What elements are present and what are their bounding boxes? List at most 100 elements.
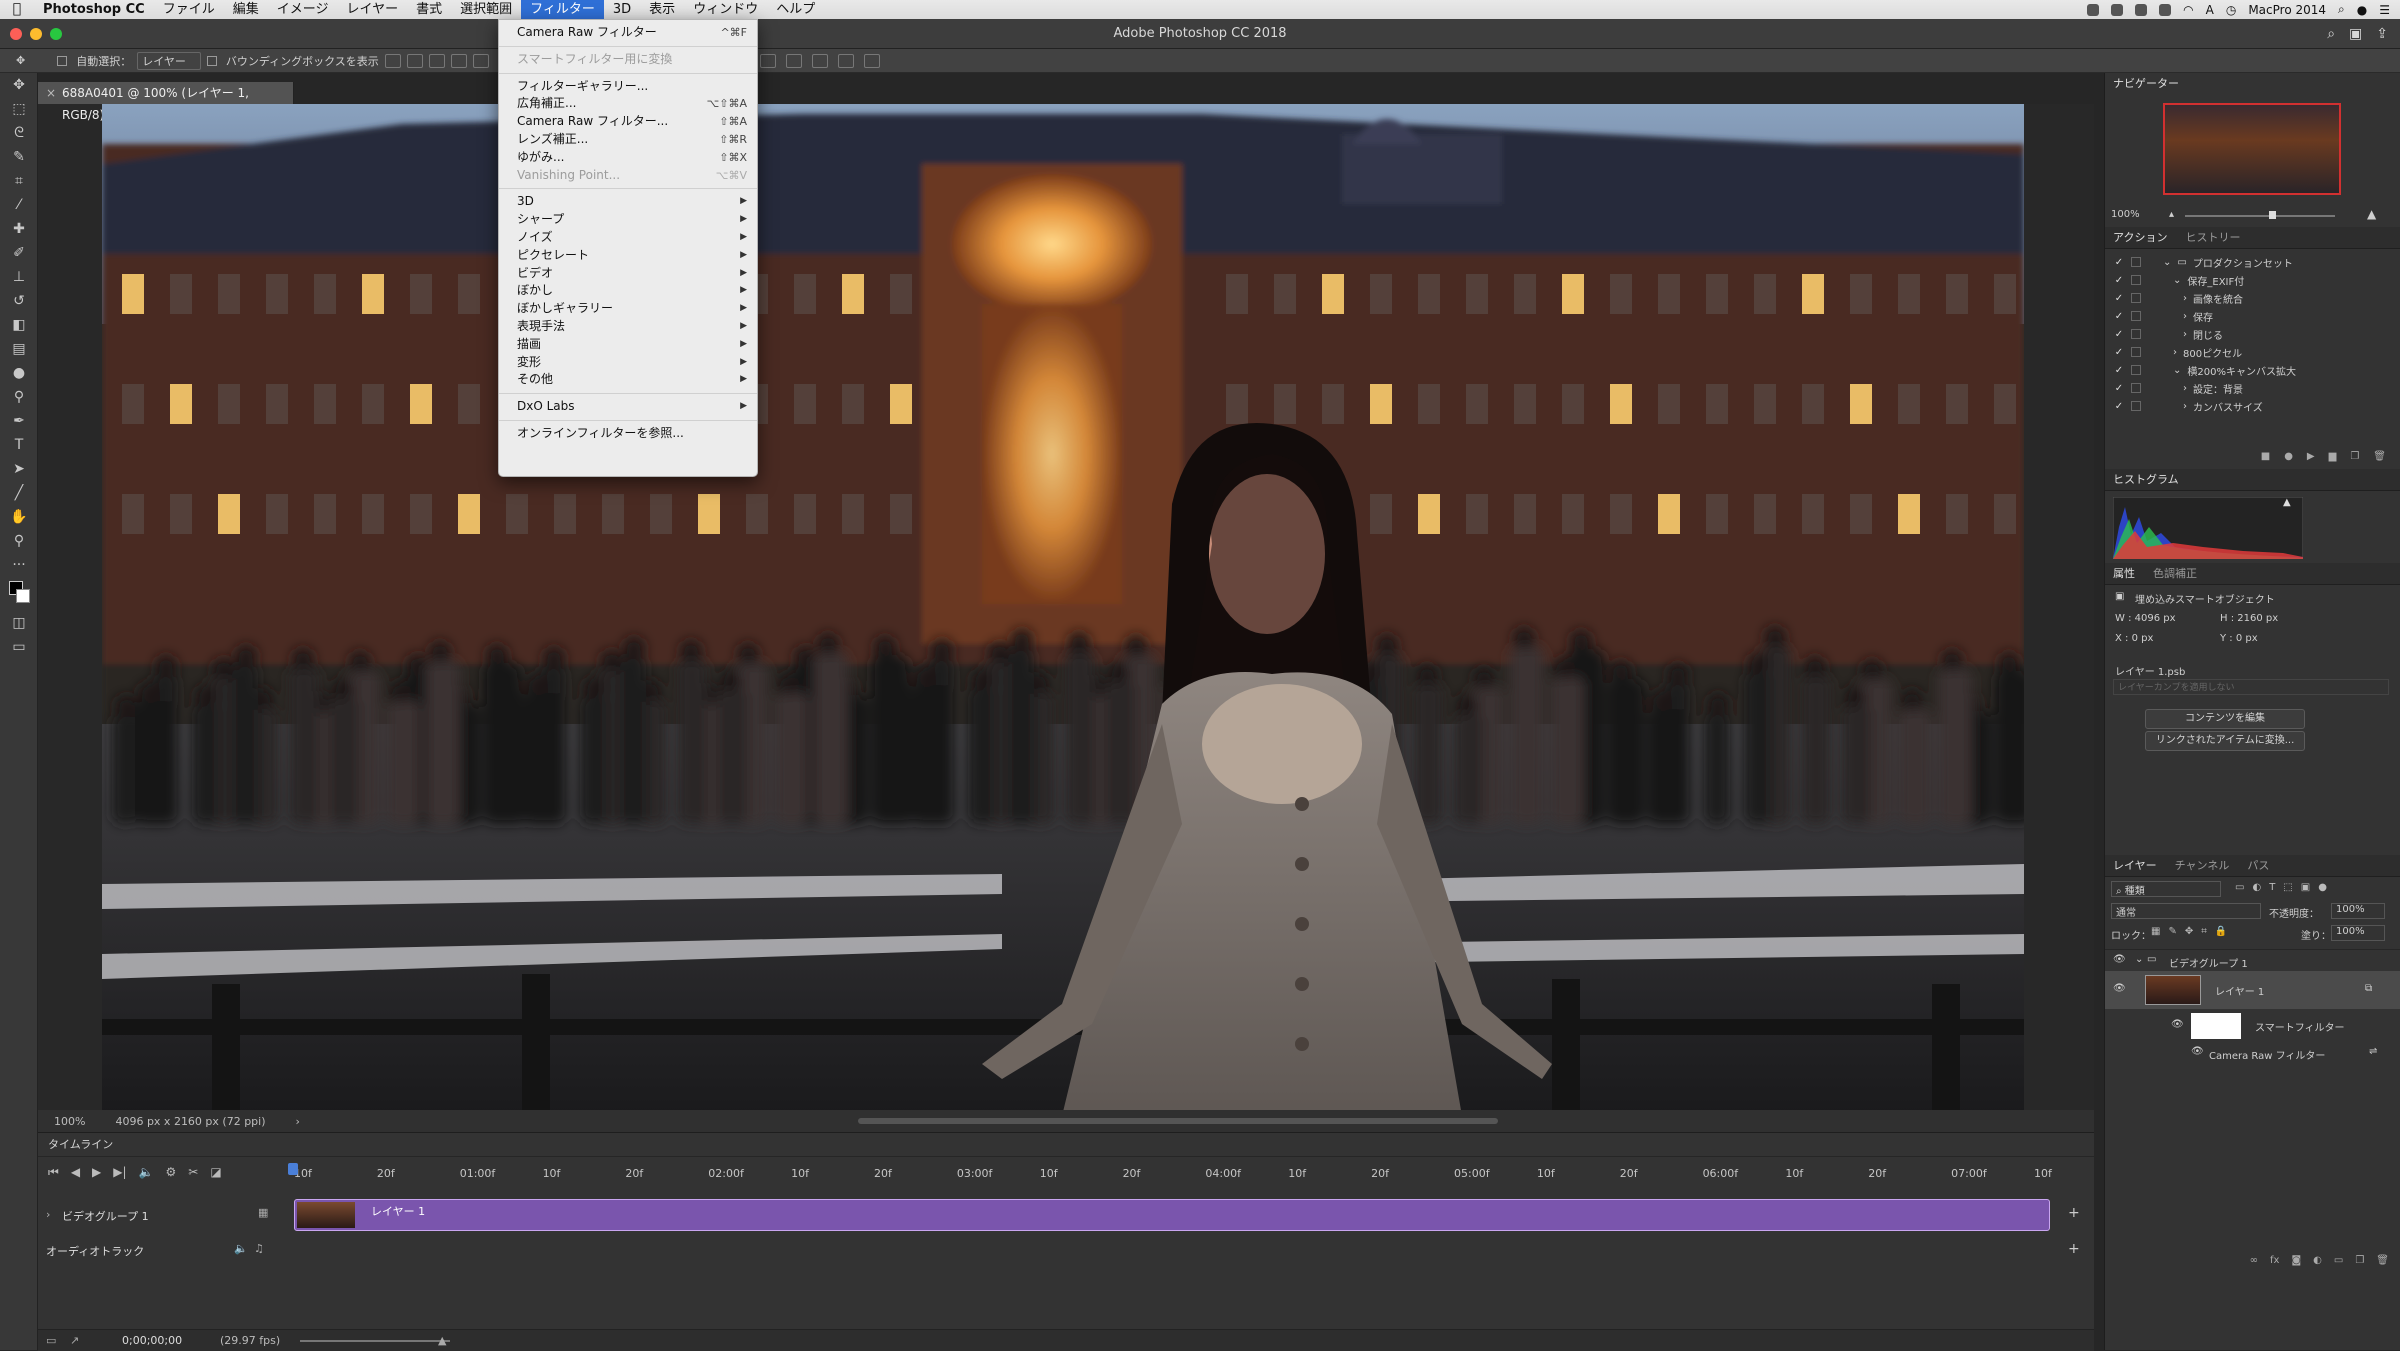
speaker-icon[interactable]: 🔈 [234,1242,248,1255]
layer-filter-select[interactable]: ⌕ 種類 [2111,881,2221,897]
action-enabled-checkmark-icon[interactable]: ✓ [2113,401,2125,412]
tab-history[interactable]: ヒストリー [2185,227,2240,248]
chevron-down-icon[interactable]: ⌄ [2173,365,2181,376]
horizontal-scrollbar[interactable] [858,1118,1498,1124]
siri-icon[interactable]: ● [2357,3,2367,17]
chevron-down-icon[interactable]: ⌄ [2173,275,2181,286]
dialog-toggle[interactable] [2131,275,2141,285]
visibility-eye-icon[interactable]: 👁 [2113,954,2126,965]
menu-item[interactable]: 編集 [224,0,268,19]
edit-contents-button[interactable]: コンテンツを編集 [2145,709,2305,729]
dodge-tool-icon[interactable]: ⚲ [0,385,38,409]
eraser-tool-icon[interactable]: ◧ [0,313,38,337]
filter-menu-item[interactable]: Camera Raw フィルター... ⇧⌘A [499,113,757,131]
visibility-eye-icon[interactable]: 👁 [2191,1046,2204,1057]
layer-group-row[interactable]: 👁 ⌄ ▭ ビデオグループ 1 [2105,949,2400,971]
zoom-tool-icon[interactable]: ⚲ [0,529,38,553]
camera-raw-filter-row[interactable]: 👁 Camera Raw フィルター ⇌ [2105,1043,2400,1063]
brush-tool-icon[interactable]: ✐ [0,241,38,265]
x-field[interactable]: X : 0 px [2115,633,2153,644]
lock-pixels-icon[interactable]: ✎ [2168,926,2176,937]
render-icon[interactable]: ▭ [46,1334,56,1347]
mask-icon[interactable]: ◙ [2291,1255,2301,1277]
transition-icon[interactable]: ◪ [210,1165,221,1180]
color-swatch-icon[interactable] [0,577,38,611]
healing-brush-tool-icon[interactable]: ✚ [0,217,38,241]
gradient-tool-icon[interactable]: ▤ [0,337,38,361]
filter-menu-item[interactable]: 描画 ▶ [499,336,757,354]
minimize-window-button[interactable] [30,28,42,40]
tab-layers[interactable]: レイヤー [2113,855,2157,876]
quick-select-tool-icon[interactable]: ✎ [0,145,38,169]
menu-item[interactable]: レイヤー [337,0,407,19]
tab-actions[interactable]: アクション [2113,227,2167,248]
tab-histogram[interactable]: ヒストグラム [2113,469,2179,490]
convert-icon[interactable]: ↗ [70,1334,79,1347]
action-enabled-checkmark-icon[interactable]: ✓ [2113,347,2125,358]
action-row[interactable]: ✓ › 閉じる [2105,325,2400,343]
align-bottom-icon[interactable] [428,53,445,68]
chevron-right-icon[interactable]: › [2183,401,2187,412]
group-icon[interactable]: ▭ [2334,1255,2343,1277]
filter-menu-item[interactable]: ぼかし ▶ [499,282,757,300]
trash-icon[interactable]: 🗑 [2373,451,2386,469]
audio-icon[interactable]: 🔈 [139,1165,154,1180]
menu-item[interactable]: ファイル [154,0,224,19]
filter-options-icon[interactable]: ⇌ [2369,1046,2377,1057]
filter-menu-item[interactable]: オンラインフィルターを参照... [499,425,757,443]
pen-tool-icon[interactable]: ✒ [0,409,38,433]
dialog-toggle[interactable] [2131,257,2141,267]
3d-orbit-icon[interactable] [760,53,776,68]
lasso-tool-icon[interactable]: ᘓ [0,121,38,145]
document-tab[interactable]: × 688A0401 @ 100% (レイヤー 1, RGB/8) * [38,82,294,122]
navigator-zoom-slider[interactable] [2185,215,2335,217]
chevron-right-icon[interactable]: › [2183,293,2187,304]
height-field[interactable]: H : 2160 px [2220,613,2278,624]
layer-comp-select[interactable]: レイヤーカンプを適用しない [2113,679,2389,695]
action-enabled-checkmark-icon[interactable]: ✓ [2113,383,2125,394]
action-enabled-checkmark-icon[interactable]: ✓ [2113,365,2125,376]
settings-gear-icon[interactable]: ⚙ [166,1165,177,1180]
expand-group-icon[interactable]: ⌄ [2135,954,2143,965]
wifi-icon[interactable]: ◠ [2183,3,2193,17]
record-icon[interactable] [2087,3,2100,16]
chevron-down-icon[interactable]: ⌄ [2163,257,2171,268]
stop-icon[interactable]: ■ [2261,451,2270,469]
navigator-zoom-value[interactable]: 100% [2111,209,2140,220]
workspace-icon[interactable]: ▣ [2349,19,2362,49]
tab-properties[interactable]: 属性 [2113,563,2135,584]
filter-menu-item[interactable]: 表現手法 ▶ [499,318,757,336]
time-ruler[interactable]: 10f 20f 01:00f 10f 20f 02:00f 10f 20f 03:00f 10f 2… [294,1167,2074,1187]
filter-menu-item[interactable]: フィルターギャラリー... [499,78,757,96]
filter-menu-item[interactable]: ピクセレート ▶ [499,247,757,265]
document-info[interactable]: 4096 px x 2160 px (72 ppi) [115,1115,265,1128]
history-brush-tool-icon[interactable]: ↺ [0,289,38,313]
navigator-preview[interactable] [2163,103,2341,195]
input-source-icon[interactable]: A [2206,3,2214,17]
zoom-slider[interactable] [300,1340,450,1342]
screen-mode-icon[interactable]: ▭ [0,635,38,659]
action-enabled-checkmark-icon[interactable]: ✓ [2113,329,2125,340]
dialog-toggle[interactable] [2131,365,2141,375]
lock-all-icon[interactable]: 🔒 [2215,926,2227,937]
menu-item[interactable]: ヘルプ [767,0,824,19]
align-center-icon[interactable] [472,53,489,68]
more-tools-icon[interactable]: ··· [0,553,38,577]
document-image[interactable] [102,104,2024,1116]
action-enabled-checkmark-icon[interactable]: ✓ [2113,257,2125,268]
clock-icon[interactable]: ◷ [2226,3,2236,17]
zoom-window-button[interactable] [50,28,62,40]
dialog-toggle[interactable] [2131,383,2141,393]
play-icon[interactable]: ▶ [92,1165,101,1180]
menu-item[interactable]: 3D [604,0,640,19]
layer-row[interactable]: 👁 レイヤー 1 ⧉ [2105,971,2400,1009]
slider-thumb[interactable] [2269,211,2276,219]
action-row[interactable]: ✓ › カンバスサイズ [2105,397,2400,415]
filter-menu-item[interactable]: シャープ ▶ [499,211,757,229]
crop-tool-icon[interactable]: ⌗ [0,169,38,193]
delete-layer-icon[interactable]: 🗑 [2376,1255,2389,1277]
convert-linked-button[interactable]: リンクされたアイテムに変換... [2145,731,2305,751]
align-left-icon[interactable] [450,53,467,68]
dialog-toggle[interactable] [2131,329,2141,339]
filter-smart-icon[interactable]: ▣ [2301,882,2310,893]
